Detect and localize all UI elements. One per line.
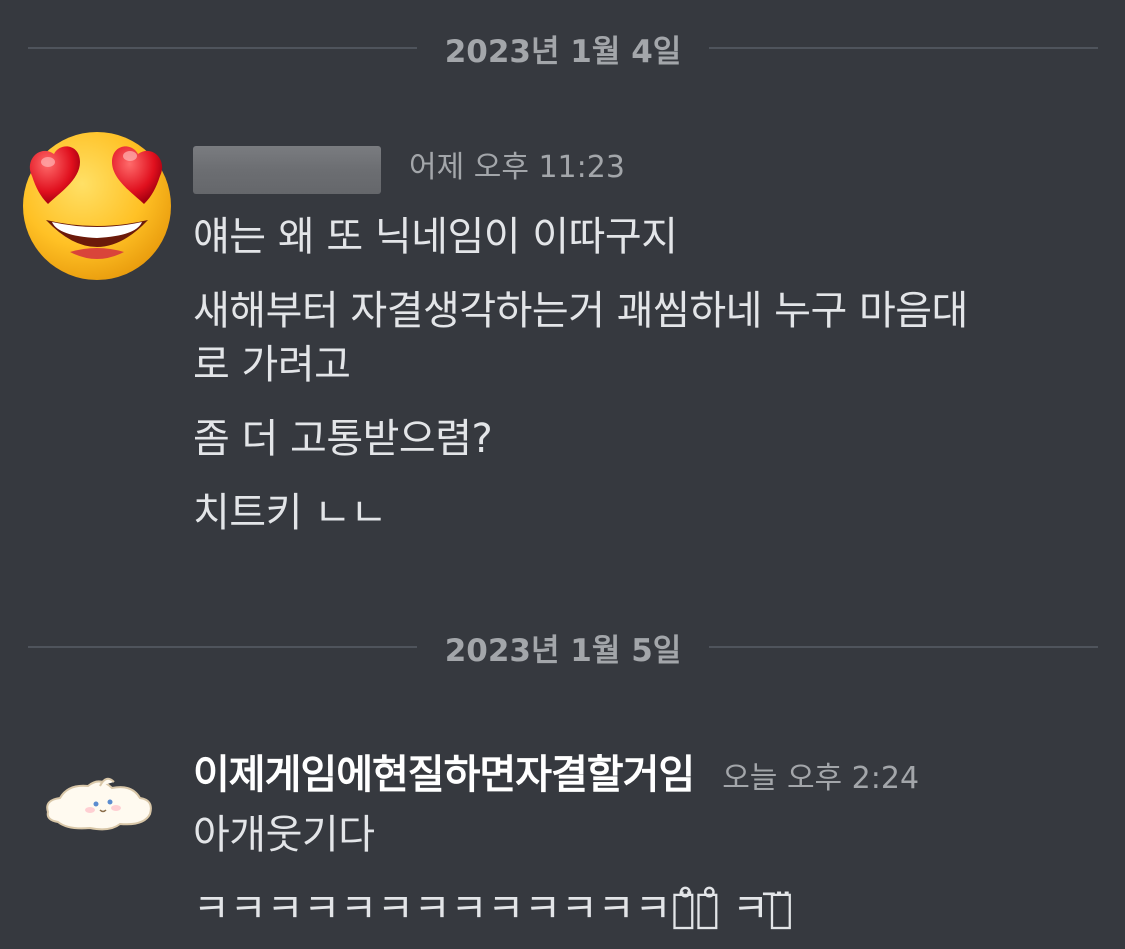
- message-timestamp: 오늘 오후 2:24: [722, 761, 920, 796]
- date-divider: 2023년 1월 4일: [28, 28, 1099, 70]
- message-text: 좀 더 고통받으렴?: [193, 416, 493, 462]
- date-divider: 2023년 1월 5일: [28, 627, 1099, 669]
- message-timestamp: 어제 오후 11:23: [409, 150, 625, 185]
- message-text: 새해부터 자결생각하는거 괘씸하네 누구 마음대: [193, 288, 968, 334]
- message-text: 아개웃기다: [193, 812, 375, 858]
- divider-line: [709, 646, 1099, 648]
- avatar[interactable]: [18, 124, 176, 282]
- divider-date: 2023년 1월 5일: [444, 632, 682, 669]
- message-header: 이제게임에현질하면자결할거임 오늘 오후 2:24: [193, 742, 1093, 802]
- message-text: 얘는 왜 또 닉네임이 이따구지: [193, 214, 678, 260]
- divider-line: [28, 47, 417, 49]
- message-group: 이제게임에현질하면자결할거임 오늘 오후 2:24 아개웃기다 ㅋㅋㅋㅋㅋㅋㅋㅋ…: [193, 742, 1093, 936]
- heart-eyes-emoji-icon: [23, 132, 171, 280]
- divider-line: [28, 646, 417, 648]
- divider-date: 2023년 1월 4일: [444, 33, 682, 70]
- message-text: ㅋㅋㅋㅋㅋㅋㅋㅋㅋㅋㅋㅋㅋㅋ̈̊ㅋ̊ ㅋ̄ㅋ̈: [193, 886, 793, 932]
- message-text: 치트키 ㄴㄴ: [193, 490, 387, 536]
- username[interactable]: 이제게임에현질하면자결할거임: [193, 742, 695, 800]
- message-text: 로 가려고: [193, 342, 351, 388]
- lying-cat-icon: [46, 777, 152, 831]
- username-redacted[interactable]: [193, 146, 381, 194]
- message-header: 어제 오후 11:23: [193, 142, 1093, 198]
- avatar[interactable]: [40, 760, 158, 840]
- message-group: 어제 오후 11:23 얘는 왜 또 닉네임이 이따구지 새해부터 자결생각하는…: [193, 142, 1093, 540]
- divider-line: [709, 47, 1099, 49]
